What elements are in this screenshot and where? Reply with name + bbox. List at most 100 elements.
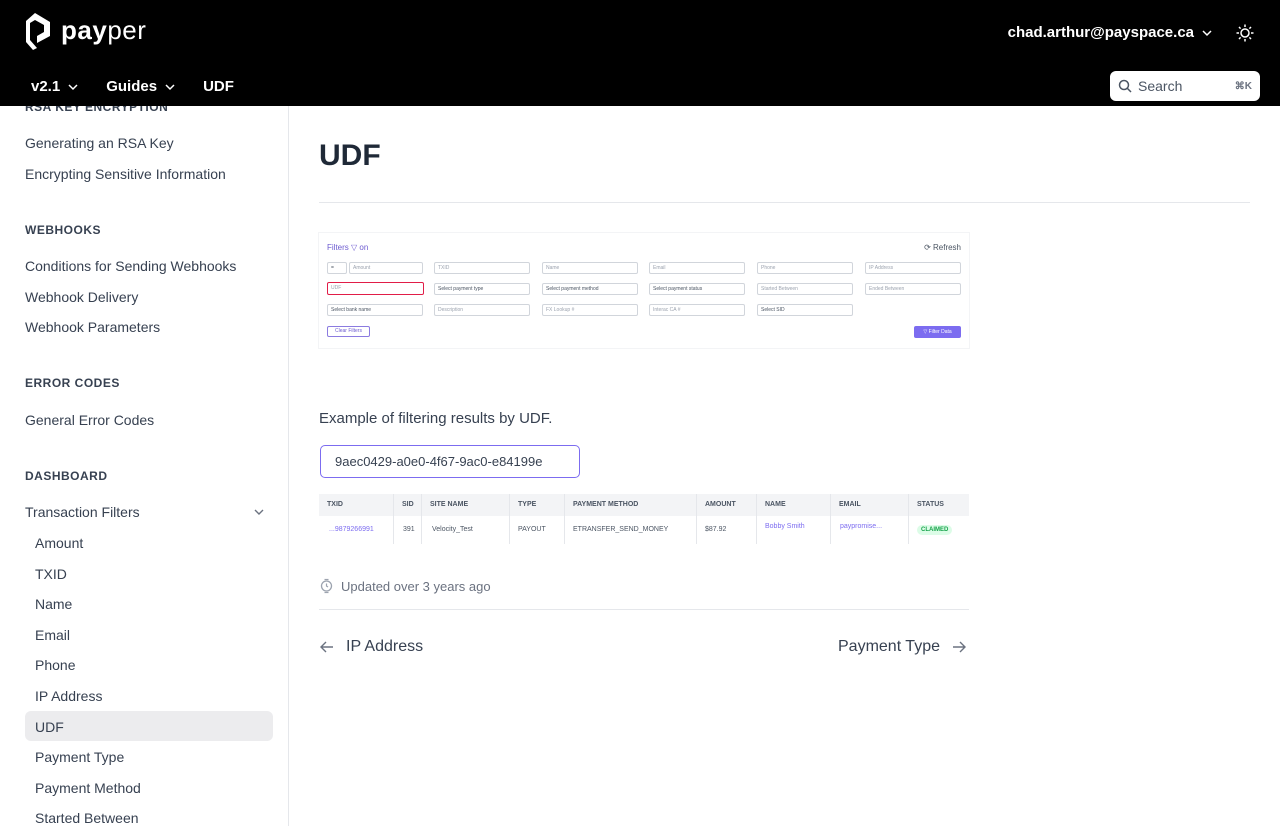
sidebar-item-webhook-delivery[interactable]: Webhook Delivery [25, 289, 138, 305]
sidebar-item-payment-method[interactable]: Payment Method [35, 780, 141, 796]
filter-field: Name [542, 262, 638, 274]
top-nav: v2.1 Guides UDF [31, 78, 234, 95]
chevron-down-icon[interactable] [253, 506, 265, 518]
chevron-down-icon [1202, 29, 1212, 36]
column-header: SID [394, 494, 422, 516]
footer-divider [319, 609, 969, 610]
logo[interactable]: payper [25, 10, 146, 50]
table-cell-site-name: Velocity_Test [422, 516, 510, 544]
column-header: NAME [757, 494, 831, 516]
table-cell-amount: $87.92 [697, 516, 757, 544]
chevron-down-icon [68, 83, 78, 90]
section-title-error-codes: ERROR CODES [25, 376, 120, 390]
sidebar-item-txid[interactable]: TXID [35, 566, 67, 582]
last-updated-text: Updated over 3 years ago [341, 578, 491, 594]
filter-field: Phone [757, 262, 853, 274]
udf-value-field: 9aec0429-a0e0-4f67-9ac0-e84199e [320, 445, 580, 478]
filter-field: Description [434, 304, 530, 316]
column-header: STATUS [917, 501, 944, 508]
filter-field: Ended Between [865, 283, 961, 295]
breadcrumb-label: UDF [203, 78, 234, 95]
column-header: EMAIL [831, 494, 909, 516]
top-header: payper chad.arthur@payspace.ca v2.1 Guid… [0, 0, 1280, 106]
filters-screenshot: Filters ▽ on ⟳ Refresh = Amount TXID Nam… [319, 233, 969, 348]
sidebar-item-generating-rsa-key[interactable]: Generating an RSA Key [25, 135, 174, 151]
sidebar-item-transaction-filters[interactable]: Transaction Filters [25, 504, 140, 520]
search-input[interactable]: Search ⌘K [1110, 71, 1260, 101]
search-shortcut: ⌘K [1234, 80, 1252, 92]
sidebar-item-ip-address[interactable]: IP Address [35, 688, 102, 704]
section-title-rsa: RSA KEY ENCRYPTION [25, 106, 169, 114]
filter-field: Amount [349, 262, 423, 274]
filter-field: Select payment method [542, 283, 638, 295]
user-email: chad.arthur@payspace.ca [1007, 24, 1194, 41]
column-header: TYPE [510, 494, 565, 516]
version-dropdown[interactable]: v2.1 [31, 78, 78, 95]
search-icon [1118, 79, 1132, 93]
filter-field: IP Address [865, 262, 961, 274]
filters-refresh: ⟳ Refresh [924, 243, 961, 252]
table-cell-sid: 391 [394, 516, 422, 544]
image-caption: Example of filtering results by UDF. [319, 410, 553, 427]
filter-field: Select bank name [327, 304, 423, 316]
sidebar-item-general-error-codes[interactable]: General Error Codes [25, 412, 154, 428]
search-placeholder: Search [1138, 78, 1183, 94]
breadcrumb-current[interactable]: UDF [203, 78, 234, 95]
guides-label: Guides [106, 78, 158, 95]
page-title: UDF [319, 139, 381, 172]
table-cell-status: CLAIMED [909, 516, 969, 544]
sidebar-item-email[interactable]: Email [35, 627, 70, 643]
logo-text-light: per [107, 14, 147, 45]
filter-field: Email [649, 262, 745, 274]
sidebar-item-phone[interactable]: Phone [35, 657, 75, 673]
last-updated: Updated over 3 years ago [320, 578, 491, 594]
filter-field: Select SID [757, 304, 853, 316]
sun-icon[interactable] [1236, 24, 1254, 42]
version-label: v2.1 [31, 78, 61, 95]
sidebar-item-payment-type[interactable]: Payment Type [35, 749, 124, 765]
arrow-left-icon [320, 641, 333, 653]
filters-title: Filters ▽ on [327, 243, 369, 252]
filter-field: Select payment type [434, 283, 530, 295]
sidebar-item-name[interactable]: Name [35, 596, 72, 612]
next-page-link[interactable]: Payment Type [838, 638, 966, 656]
prev-page-link[interactable]: IP Address [320, 638, 423, 656]
column-header: PAYMENT METHOD [565, 494, 697, 516]
results-table: TXID SID SITE NAME TYPE PAYMENT METHOD A… [319, 494, 969, 544]
table-cell-payment-method: ETRANSFER_SEND_MONEY [565, 516, 697, 544]
user-menu[interactable]: chad.arthur@payspace.ca [1008, 24, 1212, 41]
filter-data-button: ▽ Filter Data [914, 326, 961, 338]
sidebar-item-udf[interactable]: UDF [35, 719, 64, 735]
prev-page-label: IP Address [346, 638, 424, 655]
filter-operator: = [327, 262, 347, 274]
column-header: AMOUNT [697, 494, 757, 516]
clear-filters-button: Clear Filters [327, 326, 370, 337]
filter-field-udf: UDF [327, 282, 424, 295]
sidebar-item-encrypting-info[interactable]: Encrypting Sensitive Information [25, 166, 226, 182]
sidebar: RSA KEY ENCRYPTION Generating an RSA Key… [0, 106, 289, 826]
filter-field: FX Lookup # [542, 304, 638, 316]
filter-field: TXID [434, 262, 530, 274]
sidebar-item-webhook-conditions[interactable]: Conditions for Sending Webhooks [25, 258, 236, 274]
filter-field: Started Between [757, 283, 853, 295]
logo-text-bold: pay [61, 14, 108, 45]
table-cell-txid: ...9879266991 [319, 516, 394, 544]
section-title-webhooks: WEBHOOKS [25, 223, 101, 237]
filter-field: Select payment status [649, 283, 745, 295]
table-cell-type: PAYOUT [510, 516, 565, 544]
column-header: SITE NAME [422, 494, 510, 516]
chevron-down-icon [165, 83, 175, 90]
column-header: TXID [319, 494, 394, 516]
divider [319, 202, 1250, 203]
status-badge: CLAIMED [917, 525, 953, 535]
table-cell-email: paypromise... [831, 516, 909, 544]
next-page-label: Payment Type [838, 638, 940, 655]
clock-icon [320, 578, 333, 594]
sidebar-item-webhook-parameters[interactable]: Webhook Parameters [25, 319, 160, 335]
arrow-right-icon [952, 641, 966, 653]
table-cell-name: Bobby Smith [757, 516, 831, 544]
sidebar-item-started-between[interactable]: Started Between [35, 810, 139, 826]
payper-logo-icon [26, 13, 50, 50]
sidebar-item-amount[interactable]: Amount [35, 535, 83, 551]
guides-dropdown[interactable]: Guides [106, 78, 175, 95]
